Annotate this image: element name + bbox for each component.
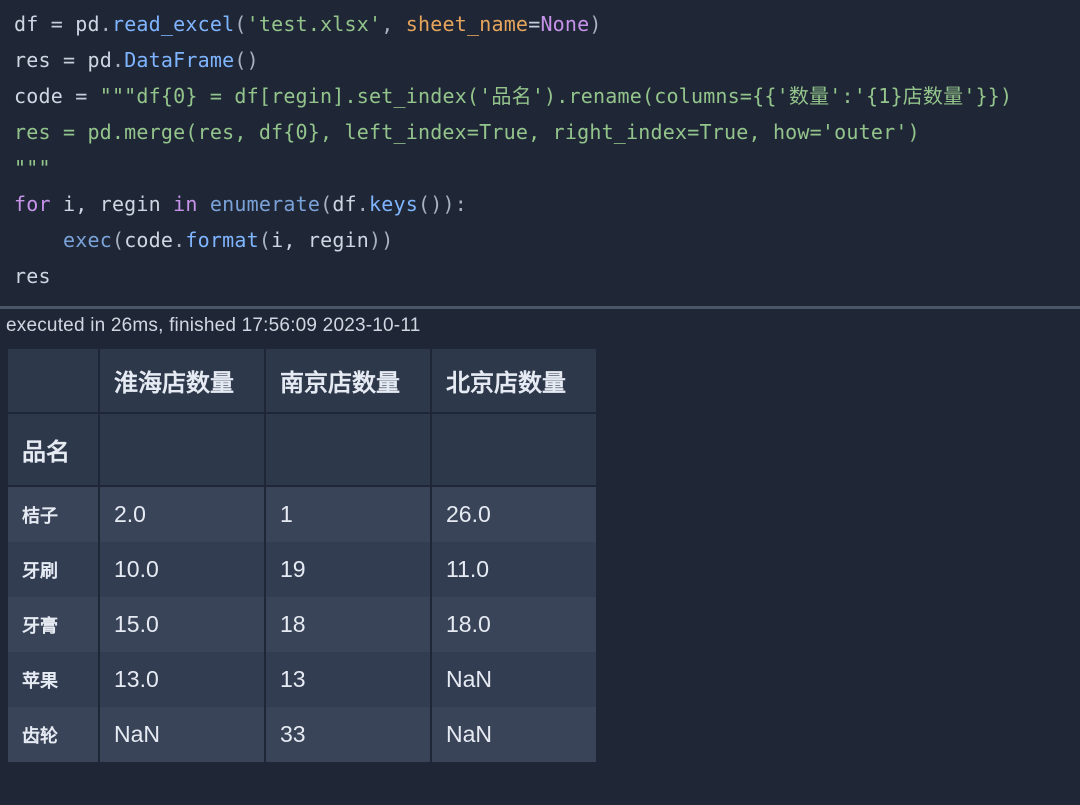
code-token: """df{0} = df[regin].set_index('品名').ren… <box>100 84 1013 108</box>
code-token: ( <box>320 192 332 216</box>
row-index: 桔子 <box>8 486 99 542</box>
cell: NaN <box>99 707 265 762</box>
column-header-spacer <box>265 413 431 486</box>
code-token: df <box>14 12 51 36</box>
code-token: in <box>173 192 197 216</box>
code-token: () <box>418 192 442 216</box>
code-token: : <box>455 192 467 216</box>
code-token: ) <box>443 192 455 216</box>
cell: 13 <box>265 652 431 707</box>
table-corner <box>8 349 99 413</box>
cell: 19 <box>265 542 431 597</box>
code-token: None <box>540 12 589 36</box>
column-header: 淮海店数量 <box>99 349 265 413</box>
row-index: 牙刷 <box>8 542 99 597</box>
code-token: exec <box>63 228 112 252</box>
cell: 10.0 <box>99 542 265 597</box>
code-token: pd <box>75 12 99 36</box>
column-header: 北京店数量 <box>431 349 597 413</box>
code-token: read_excel <box>112 12 234 36</box>
code-token: . <box>100 12 112 36</box>
cell: 15.0 <box>99 597 265 652</box>
code-token: . <box>112 48 124 72</box>
code-token: ) <box>589 12 601 36</box>
code-token: ) <box>381 228 393 252</box>
code-token: 'test.xlsx' <box>247 12 382 36</box>
code-token: df <box>332 192 356 216</box>
code-token: . <box>173 228 185 252</box>
row-index: 苹果 <box>8 652 99 707</box>
cell: NaN <box>431 652 597 707</box>
code-token: res <box>14 48 63 72</box>
code-token: res <box>14 264 51 288</box>
code-token: = <box>51 12 75 36</box>
code-token: enumerate <box>210 192 320 216</box>
code-token: ( <box>259 228 271 252</box>
table-row: 齿轮 NaN 33 NaN <box>8 707 597 762</box>
column-header-spacer <box>431 413 597 486</box>
cell: NaN <box>431 707 597 762</box>
row-index: 牙膏 <box>8 597 99 652</box>
dataframe-table: 淮海店数量 南京店数量 北京店数量 品名 桔子 2.0 1 26.0 牙刷 10… <box>8 349 598 762</box>
code-token: ( <box>234 12 246 36</box>
code-token: . <box>357 192 369 216</box>
cell: 11.0 <box>431 542 597 597</box>
code-token <box>14 228 63 252</box>
table-row: 牙膏 15.0 18 18.0 <box>8 597 597 652</box>
code-token: ) <box>369 228 381 252</box>
code-token: i, regin <box>51 192 173 216</box>
column-header-spacer <box>99 413 265 486</box>
code-token: code <box>14 84 75 108</box>
table-row: 桔子 2.0 1 26.0 <box>8 486 597 542</box>
cell: 18.0 <box>431 597 597 652</box>
code-token: = <box>63 48 87 72</box>
code-token: = <box>75 84 99 108</box>
table-row: 牙刷 10.0 19 11.0 <box>8 542 597 597</box>
code-token: , <box>381 12 405 36</box>
code-token: ( <box>112 228 124 252</box>
code-token: i, regin <box>271 228 369 252</box>
cell: 1 <box>265 486 431 542</box>
cell: 2.0 <box>99 486 265 542</box>
column-header: 南京店数量 <box>265 349 431 413</box>
cell: 18 <box>265 597 431 652</box>
code-token: code <box>124 228 173 252</box>
code-token: sheet_name <box>406 12 528 36</box>
code-token: """ <box>14 156 51 180</box>
code-cell[interactable]: df = pd.read_excel('test.xlsx', sheet_na… <box>0 0 1080 306</box>
code-token: keys <box>369 192 418 216</box>
cell: 33 <box>265 707 431 762</box>
index-name: 品名 <box>8 413 99 486</box>
cell: 26.0 <box>431 486 597 542</box>
code-token: format <box>185 228 258 252</box>
code-token: pd <box>87 48 111 72</box>
code-token: res = pd.merge(res, df{0}, left_index=Tr… <box>14 120 920 144</box>
code-token <box>198 192 210 216</box>
code-token: DataFrame <box>124 48 234 72</box>
code-token: = <box>528 12 540 36</box>
execution-info: executed in 26ms, finished 17:56:09 2023… <box>0 309 1080 345</box>
output-area: 淮海店数量 南京店数量 北京店数量 品名 桔子 2.0 1 26.0 牙刷 10… <box>0 345 1080 802</box>
table-row: 苹果 13.0 13 NaN <box>8 652 597 707</box>
code-token: () <box>234 48 258 72</box>
row-index: 齿轮 <box>8 707 99 762</box>
code-token: for <box>14 192 51 216</box>
cell: 13.0 <box>99 652 265 707</box>
